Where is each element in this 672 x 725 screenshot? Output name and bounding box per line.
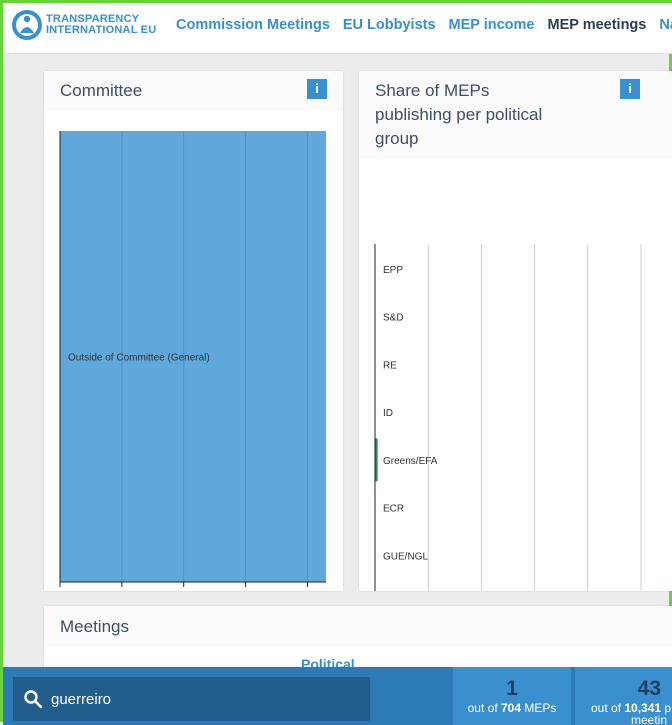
share-bar-label: S&D <box>383 313 404 324</box>
nav-eu-lobbyists[interactable]: EU Lobbyists <box>343 17 436 33</box>
search-icon <box>24 690 43 709</box>
share-title: Share of MEPs publishing per political g… <box>375 79 542 151</box>
committee-title: Committee <box>60 81 143 100</box>
share-card: Share of MEPs publishing per political g… <box>359 71 672 591</box>
meetings-title: Meetings <box>60 617 129 636</box>
search-box <box>13 677 370 721</box>
meeting-count-stat: 43 out of 10,341 p meetin <box>575 667 672 725</box>
share-bar-label: GUE/NGL <box>383 551 428 562</box>
committee-bar-label: Outside of Committee (General) <box>68 353 210 364</box>
share-bar-label: EPP <box>383 265 403 276</box>
nav-mep-income[interactable]: MEP income <box>449 17 535 33</box>
bottom-bar: 1 out of 704 MEPs 43 out of 10,341 p mee… <box>3 667 672 725</box>
search-input[interactable] <box>51 687 351 711</box>
logo-line-2: INTERNATIONAL EU <box>46 24 157 36</box>
share-title-line-3: group <box>375 129 419 148</box>
top-bar: TRANSPARENCY INTERNATIONAL EU Commission… <box>3 3 672 54</box>
meetings-card: Meetings Political <box>44 606 672 676</box>
mep-count-caption: out of 704 MEPs <box>453 701 571 716</box>
share-bar-label: Greens/EFA <box>383 456 438 467</box>
share-card-header: Share of MEPs publishing per political g… <box>359 71 672 159</box>
main-nav: Commission Meetings EU Lobbyists MEP inc… <box>176 17 672 33</box>
committee-card-header: Committee i <box>44 71 343 111</box>
mep-count-value: 1 <box>506 677 518 700</box>
share-title-line-1: Share of MEPs <box>375 81 490 100</box>
mep-count-total: 704 <box>500 701 522 715</box>
logo-text: TRANSPARENCY INTERNATIONAL EU <box>46 14 156 36</box>
mep-count-prefix: out of <box>467 701 501 715</box>
logo-icon <box>12 10 42 40</box>
meeting-count-value: 43 <box>637 677 661 700</box>
share-bar-label: ID <box>383 408 393 419</box>
meeting-count-prefix: out of <box>591 701 625 715</box>
logo[interactable]: TRANSPARENCY INTERNATIONAL EU <box>11 9 156 41</box>
mep-count-suffix: MEPs <box>521 701 557 715</box>
nav-mep-meetings[interactable]: MEP meetings <box>548 17 647 33</box>
share-title-line-2: publishing per political <box>375 105 543 124</box>
mep-count-stat: 1 out of 704 MEPs <box>453 667 571 725</box>
share-info-button[interactable]: i <box>620 79 640 99</box>
share-bar-label: RE <box>383 360 397 371</box>
share-chart: 0%20%40%60%80%100%EPPS&DREIDGreens/EFAEC… <box>374 244 642 591</box>
nav-national[interactable]: Nati <box>659 17 672 33</box>
committee-card: Committee i Outside of Committee (Genera… <box>44 71 343 591</box>
share-bar-label: ECR <box>383 504 404 515</box>
committee-info-button[interactable]: i <box>307 79 327 99</box>
meetings-card-header: Meetings <box>44 606 672 647</box>
committee-chart: Outside of Committee (General)010203040 <box>59 131 326 587</box>
nav-commission-meetings[interactable]: Commission Meetings <box>176 17 330 33</box>
